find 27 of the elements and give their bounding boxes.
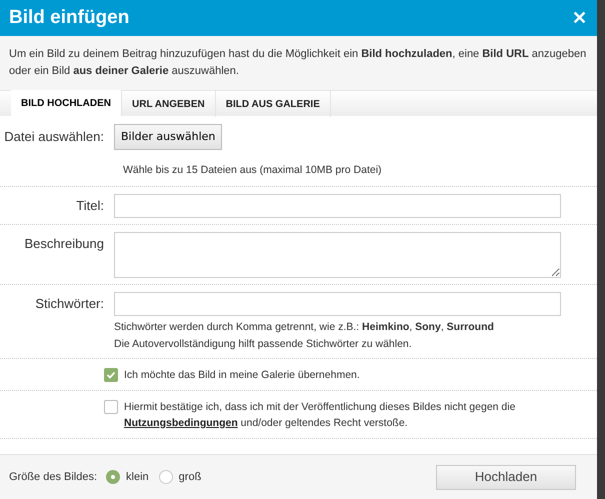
tab[interactable]: URL ANGEBEN [122,91,216,117]
field-label: Beschreibung [24,234,105,253]
terms-link[interactable]: Nutzungsbedingungen [124,416,238,429]
hint-text: Die Autovervollständigung hilft passende Stichwörter zu wählen. [114,336,413,352]
field-label: Titel: [75,196,105,215]
intro-text: Um ein Bild zu deinem Beitrag hinzuzufügen hast du die Möglichkeit ein Bild hochzuladen, eine Bild URL anzugeben oder ein Bild aus deiner Galerie auszuwählen. [9,47,588,79]
tab[interactable]: BILD HOCHLADEN [11,90,122,116]
hint-text: Stichwörter werden durch Komma getrennt, wie z.B.: Heimkino, Sony, Surround [114,320,495,335]
text-field[interactable] [114,292,561,316]
size-label: Größe des Bildes: [9,470,98,485]
field-label: Stichwörter: [34,294,105,313]
field-label: Datei auswählen: [3,128,105,146]
radio-button[interactable] [106,470,120,484]
text-field[interactable] [114,194,561,218]
select-images-button[interactable]: Bilder auswählen [114,124,222,150]
hint-text: Wähle bis zu 15 Dateien aus (maximal 10MB pro Datei) [123,163,383,178]
upload-button[interactable]: Hochladen [436,464,576,490]
checkbox-label: Ich möchte das Bild in meine Galerie übernehmen. [124,368,360,383]
radio-button[interactable] [158,470,173,484]
description-field[interactable] [114,232,561,278]
checkbox[interactable] [104,368,118,382]
tab[interactable]: BILD AUS GALERIE [216,91,331,117]
radio-label: groß [178,470,202,485]
dialog-title: Bild einfügen [9,6,130,30]
checkbox[interactable] [104,400,118,414]
radio-label: klein [126,470,149,485]
checkbox-label: Hiermit bestätige ich, dass ich mit der Veröffentlichung dieses Bildes nicht gegen die Nutzungsbedingungen und/oder geltendes Recht verstoße. [124,400,516,431]
